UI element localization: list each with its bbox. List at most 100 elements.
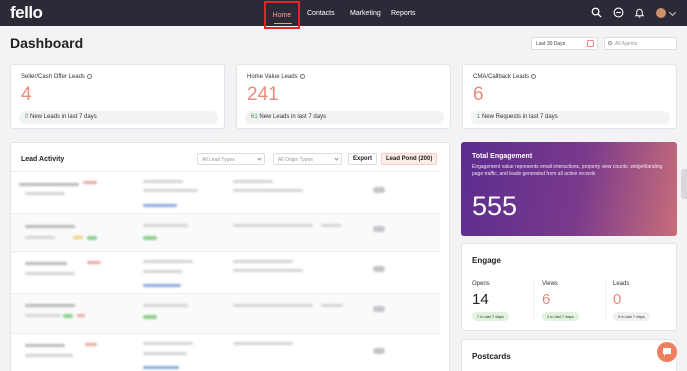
tag bbox=[83, 181, 97, 184]
origin-types-filter-value: All Origin Types bbox=[278, 157, 313, 163]
stat-value: 4 bbox=[21, 84, 32, 105]
export-button[interactable]: Export bbox=[348, 153, 378, 165]
tag bbox=[85, 343, 97, 346]
divider bbox=[605, 280, 606, 322]
lead-sub bbox=[25, 236, 55, 239]
top-navbar: fello Home Contacts Marketing Reports bbox=[0, 0, 687, 29]
avatar[interactable] bbox=[656, 8, 666, 18]
lead-name bbox=[25, 344, 65, 347]
status-pill bbox=[373, 306, 385, 312]
metric-value: 14 bbox=[472, 291, 489, 308]
lead-sub bbox=[25, 192, 65, 195]
cell bbox=[143, 342, 193, 345]
engage-card: Engage Opens 14 7 in last 7 days Views 6… bbox=[461, 243, 677, 331]
status-pill bbox=[373, 348, 385, 354]
table-row[interactable] bbox=[11, 171, 440, 211]
stat-value: 6 bbox=[473, 84, 484, 105]
nav-home[interactable]: Home bbox=[264, 1, 300, 29]
divider bbox=[533, 280, 534, 322]
cell bbox=[143, 304, 188, 307]
nav-marketing[interactable]: Marketing bbox=[350, 0, 381, 26]
metric-label: Views bbox=[542, 281, 558, 287]
lead-name bbox=[19, 183, 79, 186]
cell bbox=[143, 315, 157, 319]
info-icon[interactable] bbox=[531, 74, 537, 79]
tag bbox=[87, 261, 101, 264]
cell bbox=[143, 224, 188, 227]
stat-footer: 0 New Leads in last 7 days bbox=[19, 111, 218, 124]
metric-label: Leads bbox=[613, 281, 630, 287]
lead-types-filter[interactable]: All Lead Types bbox=[197, 153, 265, 165]
postcards-title: Postcards bbox=[472, 352, 511, 361]
date-range-select[interactable]: Last 30 Days bbox=[531, 37, 598, 50]
app-logo[interactable]: fello bbox=[10, 3, 43, 23]
tag bbox=[63, 314, 73, 318]
lead-name bbox=[25, 225, 75, 228]
table-row[interactable] bbox=[11, 251, 440, 291]
status-pill bbox=[373, 266, 385, 272]
cell bbox=[321, 224, 341, 227]
cell bbox=[143, 189, 198, 192]
info-icon[interactable] bbox=[86, 74, 92, 79]
cell bbox=[143, 352, 187, 355]
table-row[interactable] bbox=[11, 333, 440, 371]
metric-pill: 2 in last 7 days bbox=[542, 312, 579, 321]
cell bbox=[143, 270, 183, 273]
stat-footer: 1 New Requests in last 7 days bbox=[471, 111, 670, 124]
table-row[interactable] bbox=[11, 213, 440, 253]
tag bbox=[73, 236, 83, 239]
side-scroll-tab[interactable] bbox=[681, 169, 687, 199]
engage-title: Engage bbox=[472, 256, 501, 265]
chevron-down-icon[interactable] bbox=[668, 8, 677, 17]
stat-value: 241 bbox=[247, 84, 279, 105]
lead-name bbox=[25, 304, 75, 307]
cell bbox=[143, 236, 157, 240]
lead-activity-title: Lead Activity bbox=[21, 156, 65, 163]
cell bbox=[233, 269, 303, 272]
cell bbox=[321, 304, 343, 307]
page-title: Dashboard bbox=[10, 35, 84, 51]
metric-value: 6 bbox=[542, 291, 551, 308]
help-chat-button[interactable] bbox=[657, 342, 677, 362]
total-engagement-value: 555 bbox=[472, 191, 518, 221]
info-icon[interactable] bbox=[299, 74, 305, 79]
lead-name bbox=[25, 262, 67, 265]
nav-contacts[interactable]: Contacts bbox=[307, 0, 335, 26]
cell bbox=[143, 260, 193, 263]
lead-sub bbox=[25, 314, 61, 317]
stat-footer: 61 New Leads in last 7 days bbox=[245, 111, 444, 124]
search-icon[interactable] bbox=[591, 7, 602, 18]
agent-search-placeholder: All Agents bbox=[615, 41, 638, 47]
cell-link[interactable] bbox=[143, 366, 179, 369]
lead-types-filter-value: All Lead Types bbox=[202, 157, 235, 163]
status-pill bbox=[373, 187, 385, 193]
date-range-value: Last 30 Days bbox=[536, 41, 566, 47]
stat-label: Home Value Leads bbox=[247, 74, 305, 80]
metric-pill: 0 in last 7 days bbox=[613, 312, 650, 321]
stat-card-home-value-leads[interactable]: Home Value Leads 241 61 New Leads in las… bbox=[236, 64, 451, 129]
cell-link[interactable] bbox=[143, 284, 181, 287]
total-engagement-description: Engagement value represents email intera… bbox=[472, 164, 663, 177]
cell bbox=[233, 342, 293, 345]
stat-card-seller-leads[interactable]: Seller/Cash Offer Leads 4 0 New Leads in… bbox=[10, 64, 225, 129]
lead-sub bbox=[25, 272, 75, 275]
cell bbox=[233, 224, 313, 227]
status-pill bbox=[373, 226, 385, 232]
cell bbox=[233, 189, 303, 192]
nav-reports[interactable]: Reports bbox=[391, 0, 416, 26]
agent-search-input[interactable]: All Agents bbox=[604, 37, 677, 50]
stat-card-cma-leads[interactable]: CMA/Callback Leads 6 1 New Requests in l… bbox=[462, 64, 677, 129]
cell bbox=[233, 260, 293, 263]
stat-label: Seller/Cash Offer Leads bbox=[21, 74, 92, 80]
tag bbox=[77, 314, 85, 317]
lead-sub bbox=[25, 354, 73, 357]
lead-activity-panel: Lead Activity All Lead Types All Origin … bbox=[10, 142, 450, 371]
lead-pond-button[interactable]: Lead Pond (200) bbox=[381, 153, 438, 165]
stat-label: CMA/Callback Leads bbox=[473, 74, 537, 80]
bell-icon[interactable] bbox=[634, 7, 645, 18]
cell bbox=[233, 304, 313, 307]
table-row[interactable] bbox=[11, 293, 440, 333]
minus-circle-icon[interactable] bbox=[613, 7, 624, 18]
origin-types-filter[interactable]: All Origin Types bbox=[273, 153, 342, 165]
cell-link[interactable] bbox=[143, 204, 177, 207]
